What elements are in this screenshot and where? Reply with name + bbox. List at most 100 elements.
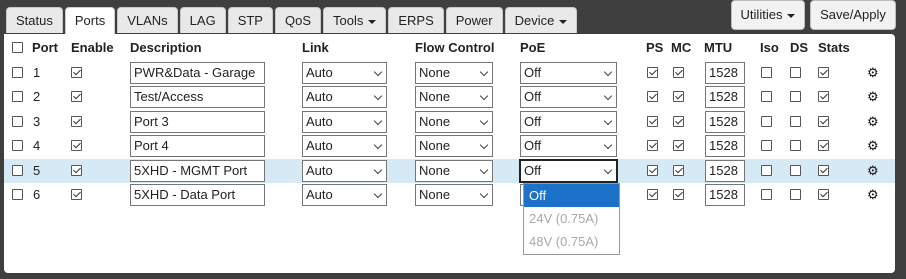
description-input[interactable]: Port 3 xyxy=(130,110,265,133)
mc-checkbox[interactable] xyxy=(673,67,684,78)
iso-checkbox[interactable] xyxy=(761,115,772,127)
ps-checkbox[interactable] xyxy=(647,115,658,127)
stats-checkbox[interactable] xyxy=(818,164,829,176)
utilities-button[interactable]: Utilities xyxy=(731,0,805,30)
save-apply-button[interactable]: Save/Apply xyxy=(810,0,896,30)
tab-ports[interactable]: Ports xyxy=(64,7,116,36)
ps-checkbox[interactable] xyxy=(647,189,658,200)
flow-control-select[interactable]: None xyxy=(415,159,493,182)
stats-checkbox[interactable] xyxy=(818,115,829,127)
mtu-input[interactable]: 1528 xyxy=(705,159,745,182)
port-select-checkbox[interactable] xyxy=(12,91,23,103)
ds-checkbox[interactable] xyxy=(790,189,801,200)
description-input[interactable]: PWR&Data - Garage xyxy=(130,62,265,84)
iso-checkbox[interactable] xyxy=(761,67,772,78)
tab-device[interactable]: Device xyxy=(504,7,578,33)
ps-checkbox[interactable] xyxy=(647,91,658,103)
port-number: 2 xyxy=(33,89,41,105)
ps-checkbox[interactable] xyxy=(647,67,658,78)
poe-select[interactable]: Off xyxy=(520,62,617,84)
tab-power[interactable]: Power xyxy=(445,7,503,33)
gear-icon[interactable]: ⚙ xyxy=(867,61,879,85)
mc-checkbox[interactable] xyxy=(673,140,684,152)
port-select-checkbox[interactable] xyxy=(12,164,23,176)
description-input[interactable]: Test/Access xyxy=(130,86,265,109)
ds-checkbox[interactable] xyxy=(790,67,801,78)
poe-option[interactable]: Off xyxy=(524,184,619,207)
flow-control-select-value: None xyxy=(419,113,451,129)
tab-vlans[interactable]: VLANs xyxy=(117,7,178,33)
description-input[interactable]: Port 4 xyxy=(130,135,265,158)
tab-tools[interactable]: Tools xyxy=(323,7,387,33)
tab-label: STP xyxy=(237,13,263,28)
poe-select[interactable]: Off xyxy=(520,110,617,133)
stats-checkbox[interactable] xyxy=(818,189,829,200)
flow-control-select[interactable]: None xyxy=(415,62,493,84)
mc-checkbox[interactable] xyxy=(673,91,684,103)
gear-icon[interactable]: ⚙ xyxy=(867,85,879,109)
link-select[interactable]: Auto xyxy=(302,184,387,206)
mc-checkbox[interactable] xyxy=(673,189,684,200)
ds-checkbox[interactable] xyxy=(790,164,801,176)
enable-checkbox[interactable] xyxy=(71,140,82,152)
table-row: 2 Test/Access Auto None Off 1528 ⚙ xyxy=(4,85,895,109)
link-select[interactable]: Auto xyxy=(302,110,387,133)
gear-icon[interactable]: ⚙ xyxy=(867,134,879,158)
enable-checkbox[interactable] xyxy=(71,67,82,78)
mtu-value: 1528 xyxy=(709,138,738,154)
table-row: 5 5XHD - MGMT Port Auto None Off 1528 ⚙ xyxy=(4,158,895,183)
gear-icon[interactable]: ⚙ xyxy=(867,183,879,207)
port-select-checkbox[interactable] xyxy=(12,140,23,152)
tab-status[interactable]: Status xyxy=(6,7,63,33)
link-select[interactable]: Auto xyxy=(302,159,387,182)
ds-checkbox[interactable] xyxy=(790,91,801,103)
select-all-checkbox[interactable] xyxy=(12,42,23,53)
mtu-input[interactable]: 1528 xyxy=(705,62,745,84)
mtu-input[interactable]: 1528 xyxy=(705,184,745,206)
mc-checkbox[interactable] xyxy=(673,164,684,176)
enable-checkbox[interactable] xyxy=(71,115,82,127)
mtu-input[interactable]: 1528 xyxy=(705,110,745,133)
iso-checkbox[interactable] xyxy=(761,91,772,103)
ds-checkbox[interactable] xyxy=(790,140,801,152)
mtu-input[interactable]: 1528 xyxy=(705,86,745,109)
poe-select[interactable]: Off xyxy=(520,135,617,158)
stats-checkbox[interactable] xyxy=(818,67,829,78)
flow-control-select[interactable]: None xyxy=(415,135,493,158)
stats-checkbox[interactable] xyxy=(818,91,829,103)
port-number: 5 xyxy=(33,162,41,178)
tab-lag[interactable]: LAG xyxy=(179,7,226,33)
gear-icon[interactable]: ⚙ xyxy=(867,110,879,134)
port-select-checkbox[interactable] xyxy=(12,115,23,127)
flow-control-select[interactable]: None xyxy=(415,184,493,206)
poe-select[interactable]: Off xyxy=(520,86,617,109)
enable-checkbox[interactable] xyxy=(71,91,82,103)
ps-checkbox[interactable] xyxy=(647,140,658,152)
description-input[interactable]: 5XHD - MGMT Port xyxy=(130,159,265,182)
poe-dropdown-list: Off 24V (0.75A) 48V (0.75A) xyxy=(523,183,620,255)
tab-label: Device xyxy=(514,13,555,28)
iso-checkbox[interactable] xyxy=(761,140,772,152)
enable-checkbox[interactable] xyxy=(71,164,82,176)
link-select[interactable]: Auto xyxy=(302,135,387,158)
link-select[interactable]: Auto xyxy=(302,86,387,109)
iso-checkbox[interactable] xyxy=(761,164,772,176)
mc-checkbox[interactable] xyxy=(673,115,684,127)
gear-icon[interactable]: ⚙ xyxy=(867,159,879,183)
tab-qos[interactable]: QoS xyxy=(274,7,321,33)
iso-checkbox[interactable] xyxy=(761,189,772,200)
poe-select[interactable]: Off xyxy=(519,158,618,183)
ds-checkbox[interactable] xyxy=(790,115,801,127)
description-input[interactable]: 5XHD - Data Port xyxy=(130,184,265,206)
stats-checkbox[interactable] xyxy=(818,140,829,152)
ps-checkbox[interactable] xyxy=(647,164,658,176)
tab-erps[interactable]: ERPS xyxy=(388,7,444,33)
mtu-input[interactable]: 1528 xyxy=(705,135,745,158)
tab-stp[interactable]: STP xyxy=(227,7,273,33)
flow-control-select[interactable]: None xyxy=(415,110,493,133)
port-select-checkbox[interactable] xyxy=(12,67,23,78)
enable-checkbox[interactable] xyxy=(71,189,82,200)
port-select-checkbox[interactable] xyxy=(12,189,23,200)
flow-control-select[interactable]: None xyxy=(415,86,493,109)
link-select[interactable]: Auto xyxy=(302,62,387,84)
